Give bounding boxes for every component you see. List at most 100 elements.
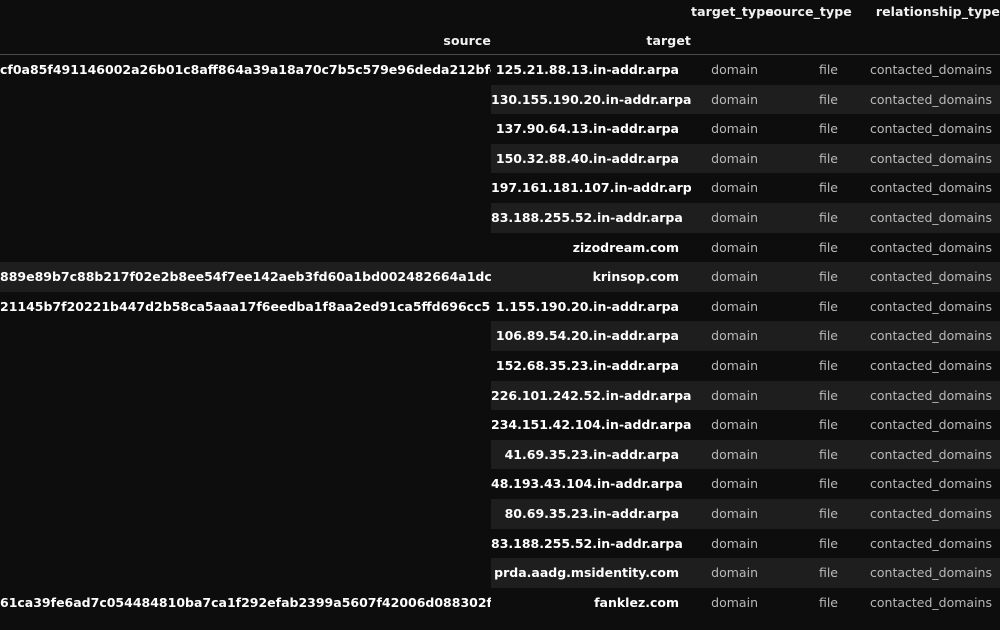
table-row[interactable]: 48.193.43.104.in-addr.arpadomainfilecont… xyxy=(0,469,1000,499)
cell-relationship-type: contacted_domains xyxy=(848,499,1000,529)
cell-target: krinsop.com xyxy=(491,262,691,292)
table-row[interactable]: 137.90.64.13.in-addr.arpadomainfileconta… xyxy=(0,114,1000,144)
cell-relationship-type: contacted_domains xyxy=(848,351,1000,381)
cell-target-type: domain xyxy=(691,262,766,292)
cell-relationship-type: contacted_domains xyxy=(848,469,1000,499)
relationships-table: target_type source_type relationship_typ… xyxy=(0,0,1000,630)
table-row[interactable]: 889e89b7c88b217f02e2b8ee54f7ee142aeb3fd6… xyxy=(0,262,1000,292)
table-row[interactable]: 150.32.88.40.in-addr.arpadomainfileconta… xyxy=(0,144,1000,174)
cell-source-type: file xyxy=(766,588,848,618)
cell-source-type: file xyxy=(766,381,848,411)
table-row[interactable]: 197.161.181.107.in-addr.arpadomainfileco… xyxy=(0,173,1000,203)
cell-source xyxy=(0,440,491,470)
cell-relationship-type: contacted_domains xyxy=(848,410,1000,440)
cell-source-type: file xyxy=(766,114,848,144)
table-row[interactable]: 234.151.42.104.in-addr.arpadomainfilecon… xyxy=(0,410,1000,440)
cell-target-type: domain xyxy=(691,410,766,440)
cell-relationship-type: contacted_domains xyxy=(848,321,1000,351)
column-header-relationship-type[interactable]: relationship_type xyxy=(848,4,1000,19)
cell-target-type: domain xyxy=(691,381,766,411)
cell-source xyxy=(0,499,491,529)
cell-target-type: domain xyxy=(691,114,766,144)
cell-relationship-type: contacted_domains xyxy=(848,262,1000,292)
cell-source-type: file xyxy=(766,262,848,292)
table-row[interactable]: cf0a85f491146002a26b01c8aff864a39a18a70c… xyxy=(0,55,1000,85)
cell-target: 150.32.88.40.in-addr.arpa xyxy=(491,144,691,174)
cell-target: 137.90.64.13.in-addr.arpa xyxy=(491,114,691,144)
column-header-target-type[interactable]: target_type xyxy=(691,4,774,19)
cell-target: 226.101.242.52.in-addr.arpa xyxy=(491,381,691,411)
cell-relationship-type: contacted_domains xyxy=(848,529,1000,559)
cell-relationship-type: contacted_domains xyxy=(848,85,1000,115)
table-row[interactable]: 80.69.35.23.in-addr.arpadomainfilecontac… xyxy=(0,499,1000,529)
cell-target: 152.68.35.23.in-addr.arpa xyxy=(491,351,691,381)
cell-relationship-type: contacted_domains xyxy=(848,233,1000,263)
cell-source xyxy=(0,558,491,588)
cell-source xyxy=(0,173,491,203)
column-header-source-type[interactable]: source_type xyxy=(766,4,858,19)
cell-source xyxy=(0,321,491,351)
cell-source xyxy=(0,351,491,381)
table-row[interactable]: 106.89.54.20.in-addr.arpadomainfileconta… xyxy=(0,321,1000,351)
cell-target: 106.89.54.20.in-addr.arpa xyxy=(491,321,691,351)
cell-source xyxy=(0,529,491,559)
table-row[interactable]: prda.aadg.msidentity.comdomainfilecontac… xyxy=(0,558,1000,588)
cell-target: 234.151.42.104.in-addr.arpa xyxy=(491,410,691,440)
cell-source-type: file xyxy=(766,173,848,203)
cell-target-type: domain xyxy=(691,351,766,381)
cell-target-type: domain xyxy=(691,558,766,588)
cell-source-type: file xyxy=(766,321,848,351)
cell-source xyxy=(0,410,491,440)
table-header: target_type source_type relationship_typ… xyxy=(0,0,1000,55)
cell-target-type: domain xyxy=(691,85,766,115)
cell-relationship-type: contacted_domains xyxy=(848,55,1000,85)
cell-source-type: file xyxy=(766,203,848,233)
cell-source xyxy=(0,233,491,263)
cell-target-type: domain xyxy=(691,588,766,618)
table-row[interactable]: 83.188.255.52.in-addr.arpadomainfilecont… xyxy=(0,203,1000,233)
cell-target: 41.69.35.23.in-addr.arpa xyxy=(491,440,691,470)
table-row[interactable]: 61ca39fe6ad7c054484810ba7ca1f292efab2399… xyxy=(0,588,1000,618)
cell-target-type: domain xyxy=(691,529,766,559)
cell-target: prda.aadg.msidentity.com xyxy=(491,558,691,588)
cell-source-type: file xyxy=(766,55,848,85)
cell-target-type: domain xyxy=(691,440,766,470)
cell-target: zizodream.com xyxy=(491,233,691,263)
cell-source-type: file xyxy=(766,558,848,588)
cell-source-type: file xyxy=(766,440,848,470)
cell-target: 130.155.190.20.in-addr.arpa xyxy=(491,85,691,115)
cell-target-type: domain xyxy=(691,203,766,233)
cell-source-type: file xyxy=(766,144,848,174)
cell-source-type: file xyxy=(766,233,848,263)
cell-target: fanklez.com xyxy=(491,588,691,618)
cell-target: 48.193.43.104.in-addr.arpa xyxy=(491,469,691,499)
cell-source: 61ca39fe6ad7c054484810ba7ca1f292efab2399… xyxy=(0,588,491,618)
cell-source xyxy=(0,381,491,411)
table-row[interactable]: 83.188.255.52.in-addr.arpadomainfilecont… xyxy=(0,529,1000,559)
cell-source-type: file xyxy=(766,469,848,499)
cell-relationship-type: contacted_domains xyxy=(848,144,1000,174)
cell-source-type: file xyxy=(766,85,848,115)
cell-target-type: domain xyxy=(691,173,766,203)
cell-target: 1.155.190.20.in-addr.arpa xyxy=(491,292,691,322)
column-header-target[interactable]: target xyxy=(491,33,703,48)
table-row[interactable]: 130.155.190.20.in-addr.arpadomainfilecon… xyxy=(0,85,1000,115)
table-row[interactable]: 226.101.242.52.in-addr.arpadomainfilecon… xyxy=(0,381,1000,411)
cell-source xyxy=(0,469,491,499)
cell-target: 83.188.255.52.in-addr.arpa xyxy=(491,203,691,233)
table-row[interactable]: 41.69.35.23.in-addr.arpadomainfilecontac… xyxy=(0,440,1000,470)
cell-target-type: domain xyxy=(691,499,766,529)
column-header-source[interactable]: source xyxy=(0,33,497,48)
table-row[interactable]: 152.68.35.23.in-addr.arpadomainfileconta… xyxy=(0,351,1000,381)
table-row[interactable]: zizodream.comdomainfilecontacted_domains xyxy=(0,233,1000,263)
cell-relationship-type: contacted_domains xyxy=(848,292,1000,322)
cell-relationship-type: contacted_domains xyxy=(848,114,1000,144)
cell-source-type: file xyxy=(766,351,848,381)
cell-source-type: file xyxy=(766,292,848,322)
table-row[interactable]: 21145b7f20221b447d2b58ca5aaa17f6eedba1f8… xyxy=(0,292,1000,322)
cell-source xyxy=(0,144,491,174)
cell-relationship-type: contacted_domains xyxy=(848,203,1000,233)
cell-relationship-type: contacted_domains xyxy=(848,381,1000,411)
cell-target-type: domain xyxy=(691,55,766,85)
cell-relationship-type: contacted_domains xyxy=(848,440,1000,470)
